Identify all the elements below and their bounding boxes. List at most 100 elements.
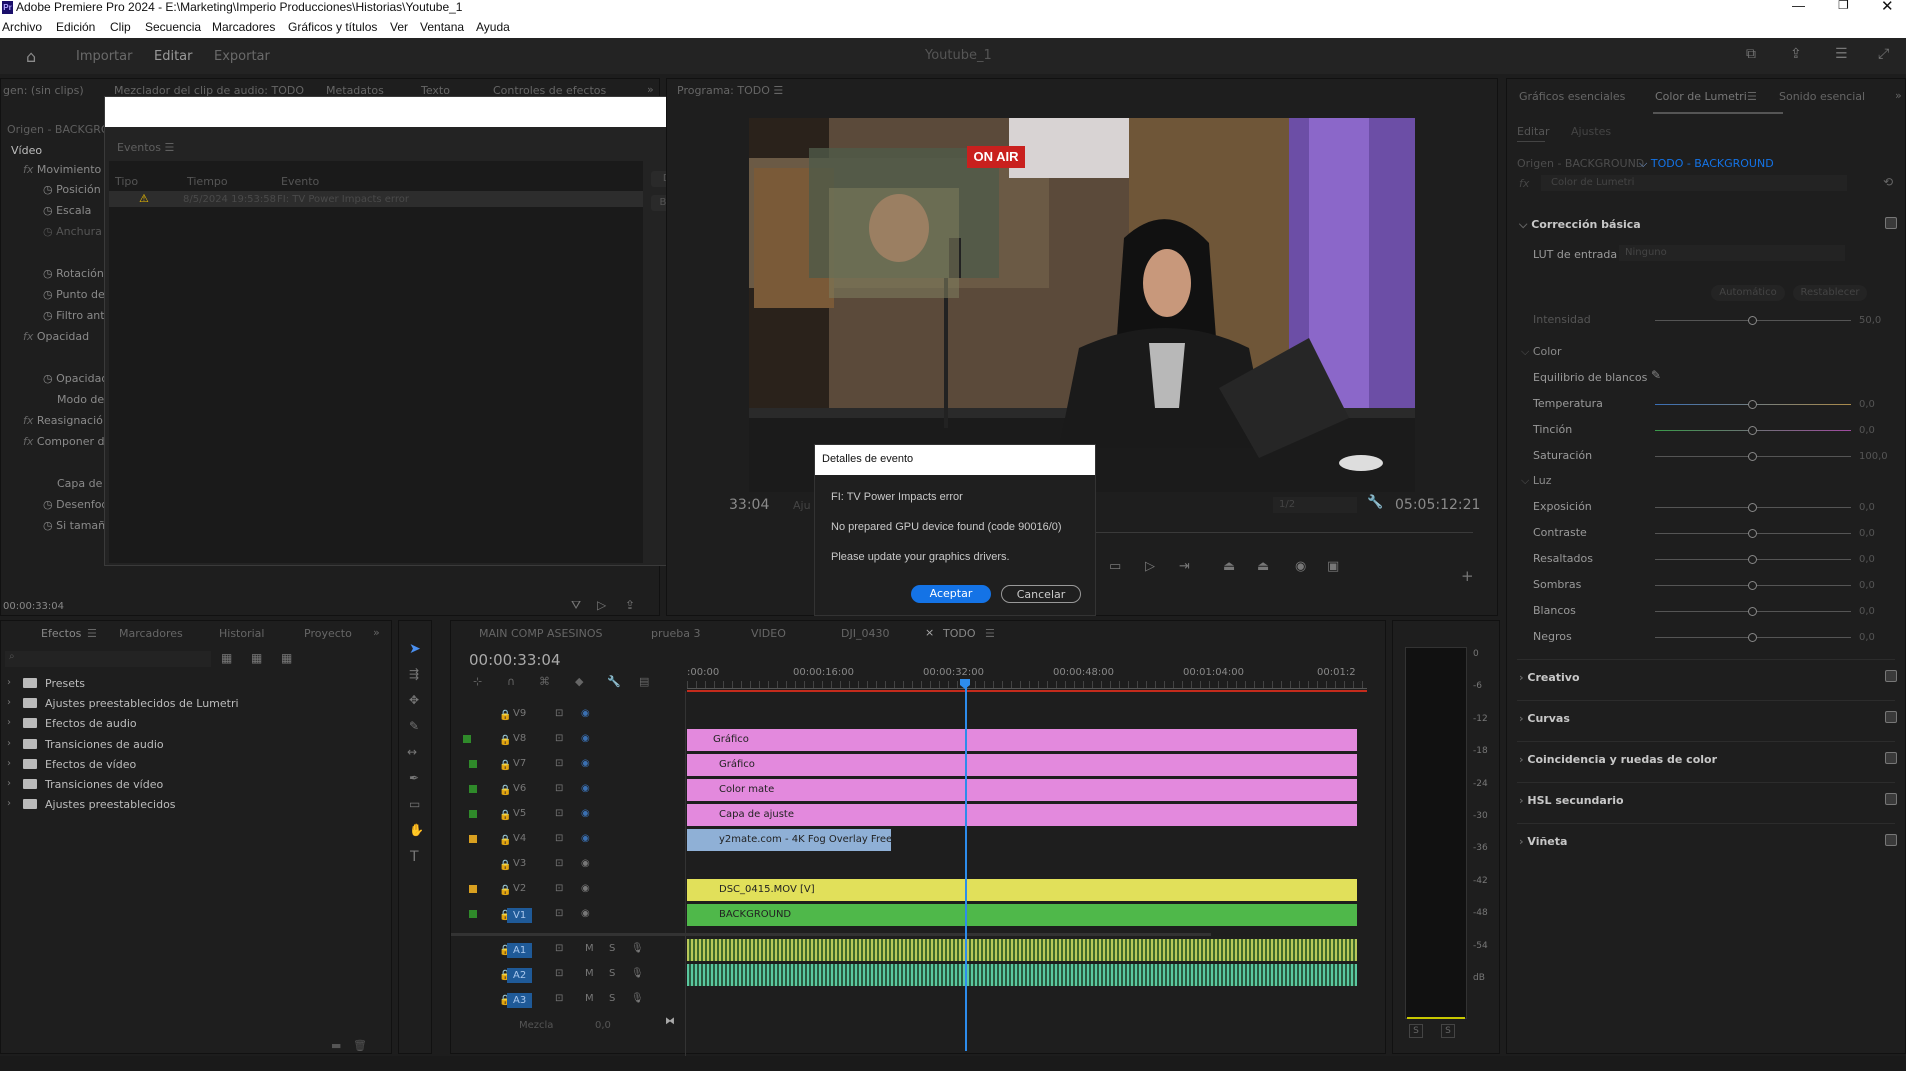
light-row-value[interactable]: 0,0 [1859, 554, 1875, 565]
color-slider-knob[interactable] [1748, 426, 1757, 435]
lock-icon[interactable]: 🔒 [499, 710, 511, 721]
eye-icon[interactable]: ◉ [581, 833, 590, 844]
intensity-value[interactable]: 50,0 [1859, 315, 1881, 326]
project-item[interactable]: Presets [45, 677, 85, 690]
light-row-value[interactable]: 0,0 [1859, 580, 1875, 591]
panel-overflow-icon[interactable]: » [1895, 89, 1902, 102]
track-label[interactable]: A1 [507, 943, 533, 958]
tab-menu-icon[interactable]: ☰ [87, 627, 97, 640]
tab-essential-graphics[interactable]: Gráficos esenciales [1519, 90, 1625, 103]
timeline-clip[interactable]: Capa de ajuste [687, 804, 1357, 826]
prop-rotacion[interactable]: ◷ Rotación [43, 267, 104, 280]
menu-ayuda[interactable]: Ayuda [476, 20, 510, 34]
lock-icon[interactable]: 🔒 [499, 885, 511, 896]
add-button-icon[interactable]: + [1461, 567, 1474, 585]
share-icon[interactable]: ⇪ [1790, 46, 1802, 62]
fit-dropdown[interactable]: Aju [793, 499, 811, 512]
tab-proyecto[interactable]: Proyecto [304, 627, 352, 640]
lumetri-section[interactable]: › HSL secundario [1519, 794, 1624, 807]
tab-dji[interactable]: DJI_0430 [841, 627, 889, 640]
compare-icon[interactable]: ▣ [1327, 559, 1339, 574]
tab-main-comp[interactable]: MAIN COMP ASESINOS [479, 627, 603, 640]
play-icon[interactable]: ▷ [1145, 559, 1155, 574]
track-label[interactable]: V4 [513, 833, 526, 844]
tab-close-icon[interactable]: × [925, 626, 934, 639]
menu-graficos[interactable]: Gráficos y títulos [288, 20, 377, 34]
delete-icon[interactable]: 🗑 [353, 1039, 367, 1052]
rectangle-icon[interactable]: ▭ [409, 797, 420, 811]
timeline-clip[interactable]: Gráfico [687, 729, 1357, 751]
minimize-icon[interactable]: — [1792, 0, 1805, 13]
eye-icon[interactable]: ◉ [581, 783, 590, 794]
playhead[interactable] [965, 679, 967, 1051]
tab-exportar[interactable]: Exportar [214, 49, 270, 64]
panel-overflow-icon[interactable]: » [373, 626, 380, 639]
pen-icon[interactable]: ✒ [409, 771, 419, 785]
color-section[interactable]: ⌵ Color [1521, 345, 1562, 359]
track-label[interactable]: V7 [513, 758, 526, 769]
resolution-dropdown[interactable]: 1/2 [1273, 497, 1357, 513]
tab-importar[interactable]: Importar [76, 49, 132, 64]
restore-icon[interactable]: ❐ [1838, 0, 1849, 12]
sync-lock-icon[interactable]: ⊡ [555, 968, 563, 979]
tab-essential-sound[interactable]: Sonido esencial [1779, 90, 1865, 103]
track-label[interactable]: V2 [513, 883, 526, 894]
step-forward-icon[interactable]: ⇥ [1179, 559, 1190, 574]
prop-opacidad[interactable]: ◷ Opacidad [43, 372, 108, 385]
microphone-icon[interactable]: 🎙 [631, 968, 644, 979]
lumetri-section[interactable]: › Creativo [1519, 671, 1580, 684]
sync-lock-icon[interactable]: ⊡ [555, 943, 563, 954]
lock-icon[interactable]: 🔒 [499, 760, 511, 771]
track-label[interactable]: V1 [507, 908, 533, 923]
lumetri-target[interactable]: ⌵ TODO - BACKGROUND [1639, 157, 1774, 171]
expand-icon[interactable]: › [7, 758, 11, 769]
reset-button[interactable]: Restablecer [1793, 285, 1867, 301]
type-tool-icon[interactable]: T [410, 849, 419, 865]
project-item[interactable]: Efectos de vídeo [45, 758, 136, 771]
project-item[interactable]: Transiciones de audio [45, 738, 164, 751]
ripple-edit-icon[interactable]: ✥ [409, 693, 419, 707]
tab-program[interactable]: Programa: TODO ☰ [677, 84, 783, 97]
panel-menu-icon[interactable]: ☰ [1747, 90, 1757, 103]
audio-clip[interactable] [687, 964, 1357, 986]
prop-desenfoq[interactable]: ◷ Desenfoq [43, 498, 108, 511]
lock-icon[interactable]: 🔒 [499, 735, 511, 746]
sync-lock-icon[interactable]: ⊡ [555, 993, 563, 1004]
fx-componer[interactable]: fx Componer d [23, 435, 104, 448]
eye-icon[interactable]: ◉ [581, 808, 590, 819]
eye-icon[interactable]: ◉ [581, 758, 590, 769]
effects-search-input[interactable]: ⌕ [5, 651, 211, 667]
menu-clip[interactable]: Clip [110, 20, 131, 34]
snap-icon[interactable]: ∩ [507, 675, 515, 688]
section-enable-checkbox[interactable] [1885, 834, 1897, 846]
menu-ventana[interactable]: Ventana [420, 20, 464, 34]
color-slider-knob[interactable] [1748, 400, 1757, 409]
section-enable-checkbox[interactable] [1885, 711, 1897, 723]
tab-marcadores[interactable]: Marcadores [119, 627, 183, 640]
prop-posicion[interactable]: ◷ Posición [43, 183, 101, 196]
program-video-frame[interactable]: ON AIR [749, 118, 1415, 492]
light-slider-knob[interactable] [1748, 581, 1757, 590]
lumetri-section[interactable]: › Coincidencia y ruedas de color [1519, 753, 1717, 766]
solo-button[interactable]: S [609, 993, 615, 1004]
light-slider-knob[interactable] [1748, 529, 1757, 538]
sync-lock-icon[interactable]: ⊡ [555, 908, 563, 919]
sync-lock-icon[interactable]: ⊡ [555, 708, 563, 719]
subtab-editar[interactable]: Editar [1517, 125, 1550, 138]
menu-archivo[interactable]: Archivo [2, 20, 42, 34]
solo-left-button[interactable]: S [1409, 1024, 1423, 1038]
prop-punto[interactable]: ◷ Punto de [43, 288, 105, 301]
mute-button[interactable]: M [585, 993, 594, 1004]
new-bin-icon[interactable]: ▬ [331, 1039, 341, 1052]
track-label[interactable]: V3 [513, 858, 526, 869]
hand-icon[interactable]: ✋ [409, 823, 424, 837]
extract-edit-icon[interactable]: ⏏ [1257, 559, 1269, 574]
lumetri-section[interactable]: › Viñeta [1519, 835, 1567, 848]
color-row-value[interactable]: 0,0 [1859, 399, 1875, 410]
fx-opacidad[interactable]: fx Opacidad [23, 330, 89, 343]
light-slider-knob[interactable] [1748, 633, 1757, 642]
section-enable-checkbox[interactable] [1885, 752, 1897, 764]
quick-export-icon[interactable]: ⧉ [1746, 46, 1756, 62]
linked-icon[interactable]: ⌘ [539, 675, 550, 688]
eye-icon[interactable]: ◉ [581, 883, 590, 894]
